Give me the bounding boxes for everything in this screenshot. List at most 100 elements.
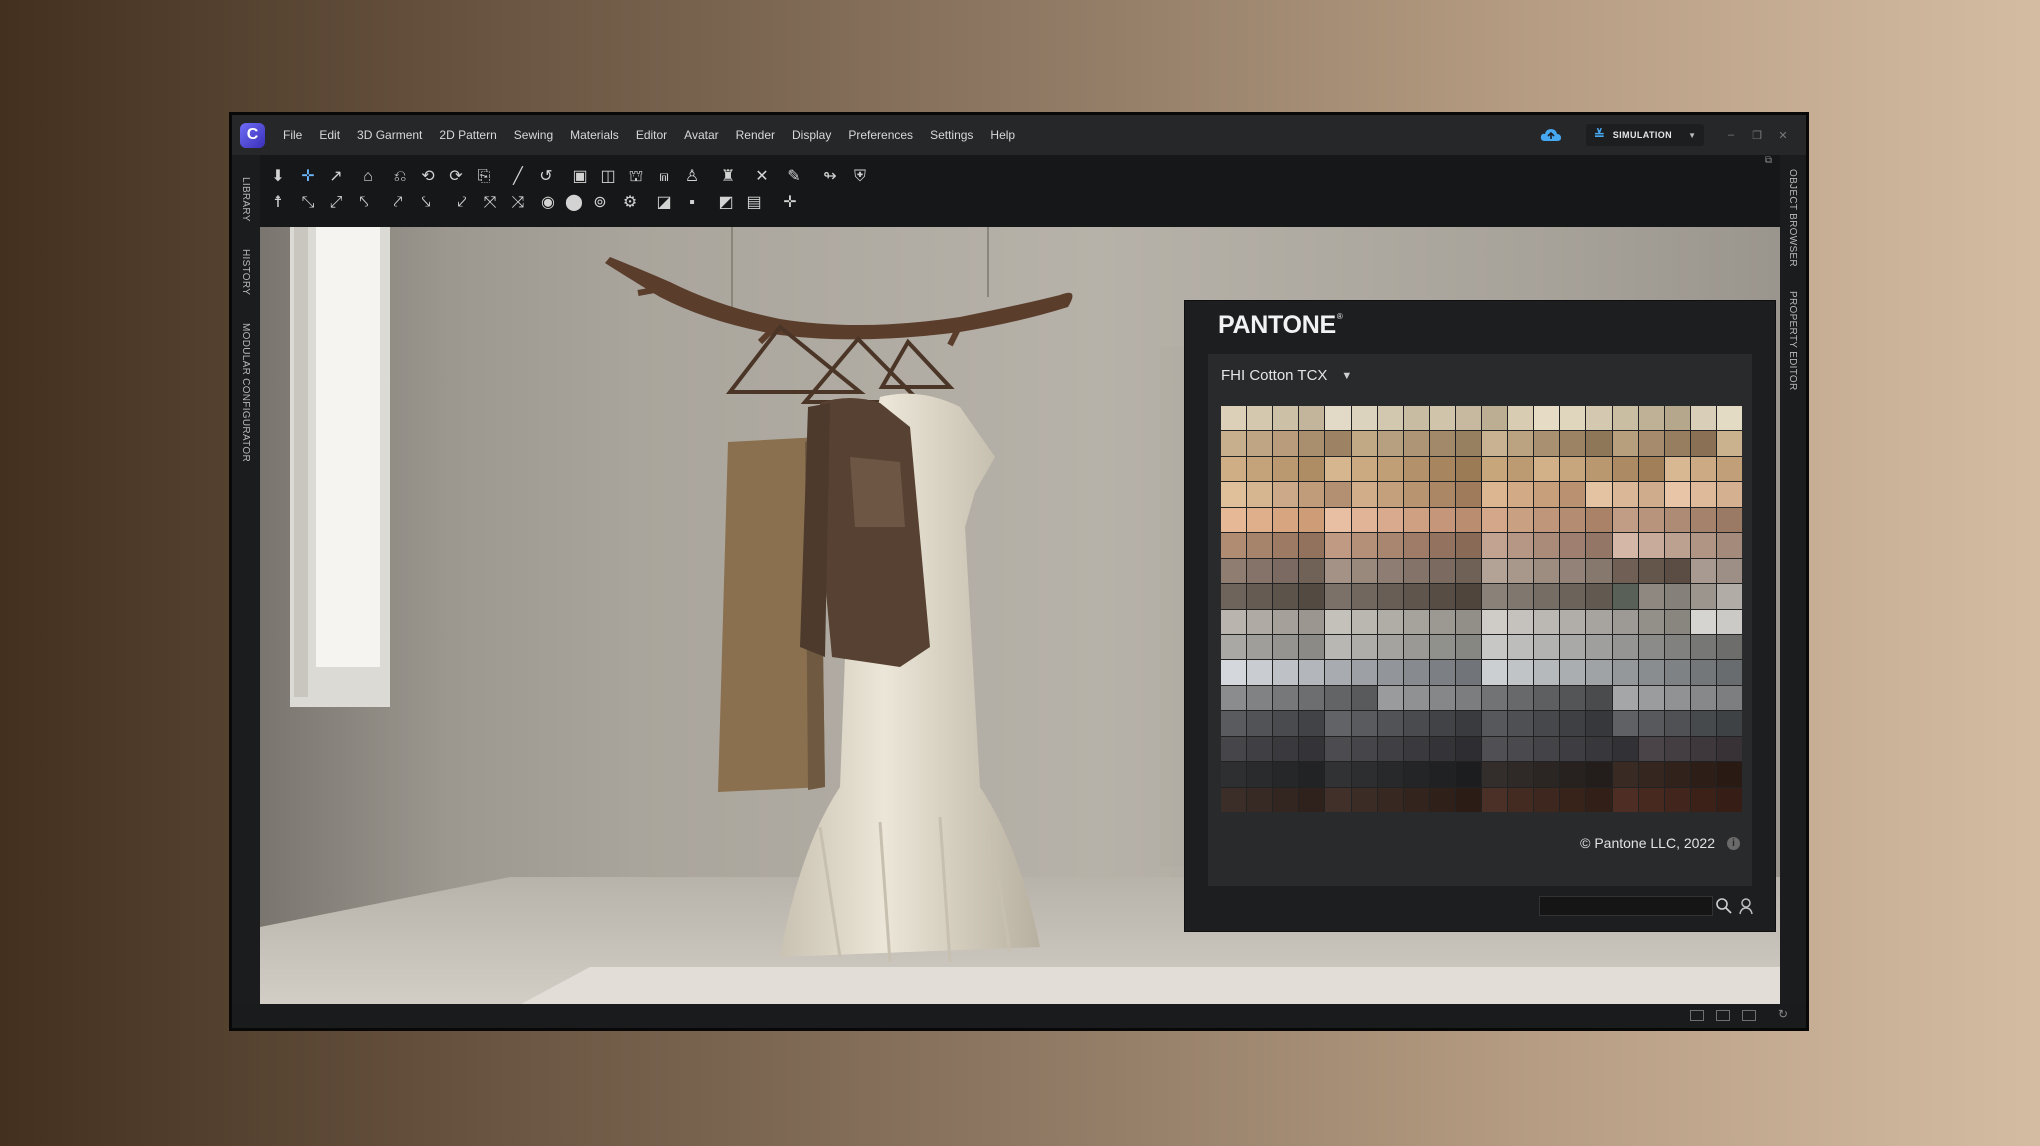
color-swatch[interactable] (1429, 558, 1455, 584)
color-swatch[interactable] (1534, 634, 1560, 660)
tab-library[interactable]: LIBRARY (240, 177, 251, 222)
color-swatch[interactable] (1325, 431, 1351, 456)
color-swatch[interactable] (1508, 736, 1534, 762)
color-swatch[interactable] (1534, 584, 1560, 609)
color-swatch[interactable] (1690, 736, 1716, 762)
color-swatch[interactable] (1560, 634, 1586, 660)
color-swatch[interactable] (1482, 558, 1508, 584)
color-search-input[interactable] (1539, 896, 1713, 916)
quad-view-icon[interactable] (1742, 1010, 1756, 1021)
color-swatch[interactable] (1377, 609, 1403, 634)
color-swatch[interactable] (1221, 660, 1247, 685)
color-swatch[interactable] (1508, 456, 1534, 482)
color-swatch[interactable] (1560, 406, 1586, 431)
color-swatch[interactable] (1508, 787, 1534, 812)
tab-history[interactable]: HISTORY (240, 249, 251, 295)
menu-preferences[interactable]: Preferences (848, 128, 913, 142)
color-swatch[interactable] (1377, 456, 1403, 482)
color-swatch[interactable] (1664, 584, 1690, 609)
library-dropdown[interactable]: FHI Cotton TCX ▼ (1221, 367, 1352, 384)
color-swatch[interactable] (1716, 431, 1742, 456)
color-swatch[interactable] (1403, 685, 1429, 711)
color-swatch[interactable] (1299, 736, 1325, 762)
color-swatch[interactable] (1325, 762, 1351, 787)
search-person-icon[interactable] (1738, 897, 1756, 915)
color-swatch[interactable] (1299, 711, 1325, 736)
color-swatch[interactable] (1351, 558, 1377, 584)
curve-tool-icon[interactable]: ⤣ (352, 191, 376, 215)
color-swatch[interactable] (1299, 558, 1325, 584)
color-swatch[interactable] (1560, 685, 1586, 711)
color-swatch[interactable] (1690, 431, 1716, 456)
menu-sewing[interactable]: Sewing (514, 128, 553, 142)
color-swatch[interactable] (1325, 634, 1351, 660)
color-swatch[interactable] (1455, 711, 1481, 736)
color-swatch[interactable] (1638, 456, 1664, 482)
puckering-tool-icon[interactable]: ⊚ (588, 191, 612, 215)
color-swatch[interactable] (1377, 736, 1403, 762)
color-swatch[interactable] (1455, 584, 1481, 609)
minimize-icon[interactable]: – (1718, 129, 1744, 141)
color-swatch[interactable] (1403, 456, 1429, 482)
color-swatch[interactable] (1403, 660, 1429, 685)
color-swatch[interactable] (1716, 787, 1742, 812)
color-swatch[interactable] (1351, 507, 1377, 533)
color-swatch[interactable] (1325, 507, 1351, 533)
color-swatch[interactable] (1638, 660, 1664, 685)
color-swatch[interactable] (1638, 558, 1664, 584)
color-swatch[interactable] (1273, 584, 1299, 609)
color-swatch[interactable] (1586, 634, 1612, 660)
color-swatch[interactable] (1560, 584, 1586, 609)
color-swatch[interactable] (1482, 584, 1508, 609)
color-swatch[interactable] (1377, 787, 1403, 812)
color-swatch[interactable] (1351, 736, 1377, 762)
color-swatch[interactable] (1508, 634, 1534, 660)
color-swatch[interactable] (1534, 533, 1560, 558)
color-swatch[interactable] (1351, 685, 1377, 711)
color-swatch[interactable] (1455, 634, 1481, 660)
color-swatch[interactable] (1221, 406, 1247, 431)
color-swatch[interactable] (1221, 431, 1247, 456)
color-swatch[interactable] (1429, 787, 1455, 812)
color-swatch[interactable] (1247, 609, 1273, 634)
color-swatch[interactable] (1690, 584, 1716, 609)
color-swatch[interactable] (1325, 711, 1351, 736)
color-swatch[interactable] (1429, 609, 1455, 634)
pin-tool-icon[interactable]: ✕ (750, 165, 774, 189)
refresh-icon[interactable]: ↻ (1778, 1007, 1788, 1021)
color-swatch[interactable] (1377, 685, 1403, 711)
info-icon[interactable]: i (1727, 836, 1740, 850)
color-swatch[interactable] (1560, 762, 1586, 787)
color-swatch[interactable] (1690, 482, 1716, 507)
color-swatch[interactable] (1586, 507, 1612, 533)
color-swatch[interactable] (1299, 660, 1325, 685)
segment-tool-icon[interactable]: ⤢ (324, 191, 348, 215)
color-swatch[interactable] (1690, 456, 1716, 482)
color-swatch[interactable] (1664, 558, 1690, 584)
rotate-tool-icon[interactable]: ↺ (534, 165, 558, 189)
color-swatch[interactable] (1638, 431, 1664, 456)
color-swatch[interactable] (1612, 431, 1638, 456)
color-swatch[interactable] (1299, 634, 1325, 660)
color-swatch[interactable] (1325, 736, 1351, 762)
split-view-icon[interactable] (1716, 1010, 1730, 1021)
color-swatch[interactable] (1221, 558, 1247, 584)
color-swatch[interactable] (1429, 685, 1455, 711)
color-swatch[interactable] (1377, 406, 1403, 431)
color-swatch[interactable] (1586, 660, 1612, 685)
color-swatch[interactable] (1299, 456, 1325, 482)
color-swatch[interactable] (1534, 609, 1560, 634)
color-swatch[interactable] (1273, 660, 1299, 685)
transform-tool-icon[interactable]: ↗ (324, 165, 348, 189)
color-swatch[interactable] (1247, 634, 1273, 660)
color-swatch[interactable] (1429, 431, 1455, 456)
color-swatch[interactable] (1273, 507, 1299, 533)
color-swatch[interactable] (1247, 736, 1273, 762)
color-swatch[interactable] (1664, 507, 1690, 533)
color-swatch[interactable] (1299, 507, 1325, 533)
color-swatch[interactable] (1429, 711, 1455, 736)
color-swatch[interactable] (1716, 558, 1742, 584)
color-swatch[interactable] (1638, 507, 1664, 533)
color-swatch[interactable] (1586, 584, 1612, 609)
color-swatch[interactable] (1482, 406, 1508, 431)
